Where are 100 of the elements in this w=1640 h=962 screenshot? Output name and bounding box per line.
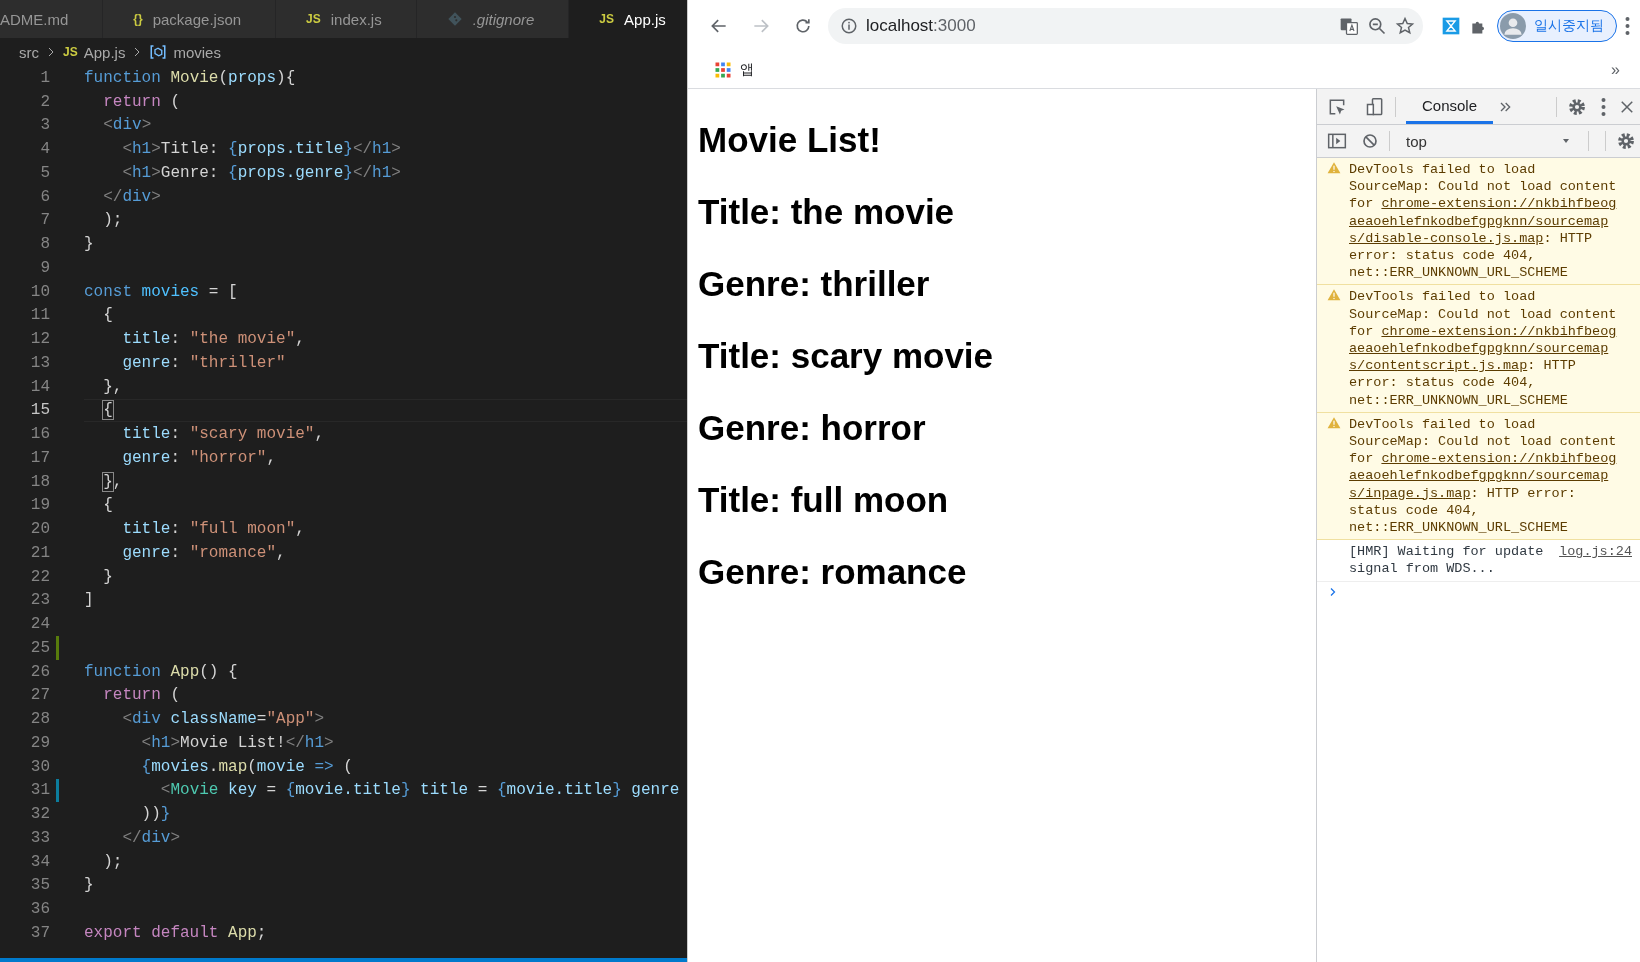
- apps-icon: [714, 61, 732, 79]
- warning-icon: [1327, 415, 1341, 430]
- line-number: 14: [29, 377, 50, 396]
- code-line: ))}: [140, 805, 171, 824]
- line-number: 29: [29, 733, 50, 752]
- page-heading: Genre: romance: [698, 551, 968, 592]
- editor-tab[interactable]: ADME.md: [0, 0, 104, 38]
- warning-icon: [1327, 288, 1341, 303]
- more-icon: [1601, 97, 1606, 116]
- line-number: 17: [29, 448, 50, 467]
- code-line: title: "scary movie",: [121, 425, 325, 444]
- code-line: },: [102, 472, 123, 491]
- info-icon: [840, 17, 858, 35]
- code-line: }: [84, 235, 94, 254]
- code-line: <div>: [102, 116, 152, 135]
- line-number: 33: [29, 828, 50, 847]
- code-line: </div>: [121, 828, 181, 847]
- line-number: 34: [29, 852, 50, 871]
- page-heading: Genre: thriller: [698, 263, 931, 304]
- page-heading: Genre: horror: [698, 407, 927, 448]
- code-line: return (: [102, 686, 180, 705]
- line-number: 20: [29, 520, 50, 539]
- variable-icon: [149, 43, 168, 61]
- breadcrumb-item[interactable]: src: [19, 43, 39, 61]
- code-line: genre: "romance",: [121, 543, 286, 562]
- code-line: function Movie(props){: [84, 68, 296, 87]
- js-file-icon: JS: [63, 45, 78, 59]
- page-heading: Title: the movie: [698, 191, 956, 232]
- editor-tab[interactable]: JS App.js: [569, 0, 687, 38]
- sidebar-icon: [1327, 131, 1347, 151]
- line-number: 18: [29, 472, 50, 491]
- code-line: }: [84, 876, 94, 895]
- profile-button[interactable]: 일시중지됨: [1497, 10, 1617, 42]
- line-number: 30: [29, 757, 50, 776]
- line-number: 23: [29, 591, 50, 610]
- code-line: );: [102, 211, 123, 230]
- line-number: 35: [29, 876, 50, 895]
- device-icon: [1365, 96, 1385, 117]
- line-number: 16: [29, 425, 50, 444]
- line-number: 3: [39, 116, 50, 135]
- page-heading: Movie List!: [698, 119, 882, 160]
- breadcrumb-item[interactable]: App.js: [83, 43, 126, 61]
- editor-tab[interactable]: .gitignore: [416, 0, 570, 38]
- bookmark-item[interactable]: 앱: [708, 60, 760, 80]
- line-number: 28: [29, 710, 50, 729]
- code-line: {: [102, 401, 113, 420]
- line-number: 11: [29, 306, 50, 325]
- line-number: 36: [29, 900, 50, 919]
- code-line: return (: [102, 92, 180, 111]
- bookmarks-more-button[interactable]: »: [1605, 60, 1626, 80]
- line-number: 2: [39, 92, 50, 111]
- code-line: },: [102, 377, 123, 396]
- line-number: 22: [29, 567, 50, 586]
- code-line: );: [102, 852, 123, 871]
- line-number: 4: [39, 140, 50, 159]
- breadcrumb-item[interactable]: movies: [173, 43, 221, 61]
- editor-tab[interactable]: {} package.json: [103, 0, 277, 38]
- code-line: title: "full moon",: [121, 520, 305, 539]
- code-line: {: [102, 496, 113, 515]
- line-number: 6: [39, 187, 50, 206]
- line-number: 37: [29, 923, 50, 942]
- settings-icon: [1567, 96, 1587, 117]
- more-icon: [1625, 17, 1630, 35]
- code-line: }: [102, 567, 113, 586]
- line-number: 9: [39, 258, 50, 277]
- star-icon: [1395, 16, 1415, 36]
- line-number: 31: [29, 781, 50, 800]
- line-number: 25: [29, 638, 50, 657]
- code-line: genre: "horror",: [121, 448, 277, 467]
- line-number: 13: [29, 353, 50, 372]
- editor-tab[interactable]: JS index.js: [276, 0, 417, 38]
- source-link[interactable]: log.js:24: [1559, 543, 1632, 561]
- avatar-icon: [1500, 13, 1526, 39]
- code-line: title: "the movie",: [121, 330, 305, 349]
- code-line: </div>: [102, 187, 161, 206]
- code-line: const movies = [: [84, 282, 238, 301]
- line-number: 32: [29, 805, 50, 824]
- line-number: 8: [39, 235, 50, 254]
- line-number: 1: [39, 68, 50, 87]
- line-number: 27: [29, 686, 50, 705]
- translate-icon: [1339, 16, 1359, 36]
- code-line: <h1>Title: {props.title}</h1>: [121, 140, 401, 159]
- line-number: 12: [29, 330, 50, 349]
- console-message: DevTools failed to load SourceMap: Could not load content for chrome-extension://nkbihfbeogaeaoehlefnkodbefgpgknn/sourcemaps/disable-console.js.map: HTTP error: status code 404, net::ERR_UNKNOWN_URL_SCHEME: [1349, 161, 1618, 282]
- console-message: [HMR] Waiting for update signal from WDS...: [1349, 543, 1545, 578]
- code-line: export default App;: [84, 923, 267, 942]
- git-icon: [446, 11, 463, 27]
- hourglass-icon: [1441, 16, 1461, 36]
- code-line: function App() {: [84, 662, 238, 681]
- address-bar[interactable]: localhost:3000: [828, 8, 1423, 44]
- page-heading: Title: scary movie: [698, 335, 995, 376]
- code-line: <h1>Genre: {props.genre}</h1>: [121, 163, 401, 182]
- line-number: 5: [39, 163, 50, 182]
- page-heading: Title: full moon: [698, 479, 950, 520]
- code-line: genre: "thriller": [121, 353, 286, 372]
- code-line: <Movie key = {movie.title} title = {movie.title} genre: [159, 781, 680, 800]
- zoom-out-icon: [1367, 16, 1387, 36]
- clear-icon: [1361, 132, 1379, 150]
- code-line: {movies.map(movie => (: [140, 757, 353, 776]
- line-number: 7: [39, 211, 50, 230]
